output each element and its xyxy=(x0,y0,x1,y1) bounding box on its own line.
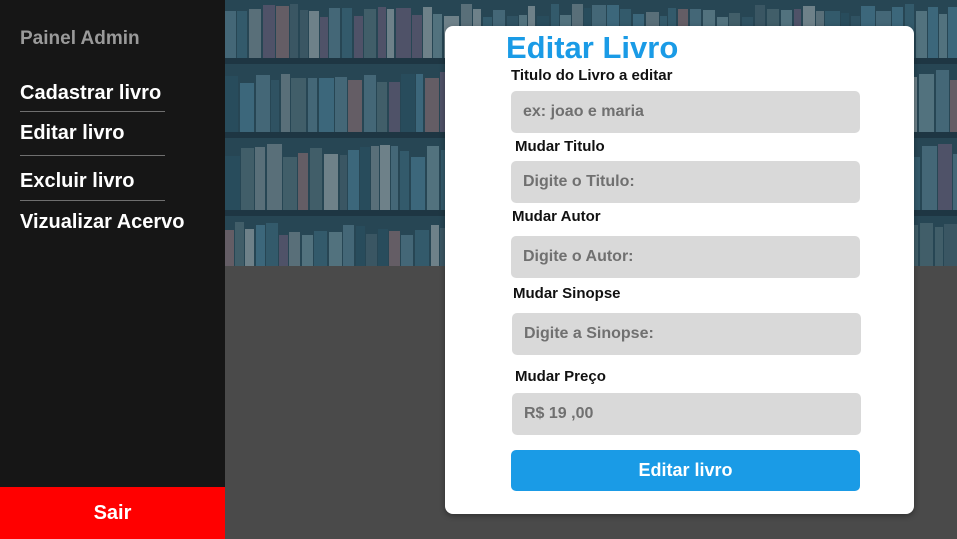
nav-item-edit-book[interactable]: Editar livro xyxy=(20,122,124,145)
price-input[interactable] xyxy=(512,393,861,435)
sidebar: Painel Admin Cadastrar livro Editar livr… xyxy=(0,0,225,539)
nav-item-register-book[interactable]: Cadastrar livro xyxy=(20,82,161,105)
synopsis-input[interactable] xyxy=(512,313,861,355)
label-change-synopsis: Mudar Sinopse xyxy=(513,285,621,302)
label-change-author: Mudar Autor xyxy=(512,208,601,225)
label-change-price: Mudar Preço xyxy=(515,368,606,385)
nav-divider xyxy=(20,111,165,112)
edit-book-button[interactable]: Editar livro xyxy=(511,450,860,491)
author-input[interactable] xyxy=(511,236,860,278)
admin-panel-title: Painel Admin xyxy=(20,28,140,49)
nav-divider xyxy=(20,155,165,156)
nav-item-view-collection[interactable]: Vizualizar Acervo xyxy=(20,211,185,234)
title-input[interactable] xyxy=(511,161,860,203)
nav-divider xyxy=(20,200,165,201)
label-change-title: Mudar Titulo xyxy=(515,138,605,155)
label-book-to-edit: Titulo do Livro a editar xyxy=(511,67,673,84)
book-to-edit-input[interactable] xyxy=(511,91,860,133)
nav-item-delete-book[interactable]: Excluir livro xyxy=(20,170,135,193)
form-title: Editar Livro xyxy=(506,30,679,65)
logout-button[interactable]: Sair xyxy=(0,487,225,539)
edit-book-form: Editar Livro Titulo do Livro a editar Mu… xyxy=(445,26,914,514)
